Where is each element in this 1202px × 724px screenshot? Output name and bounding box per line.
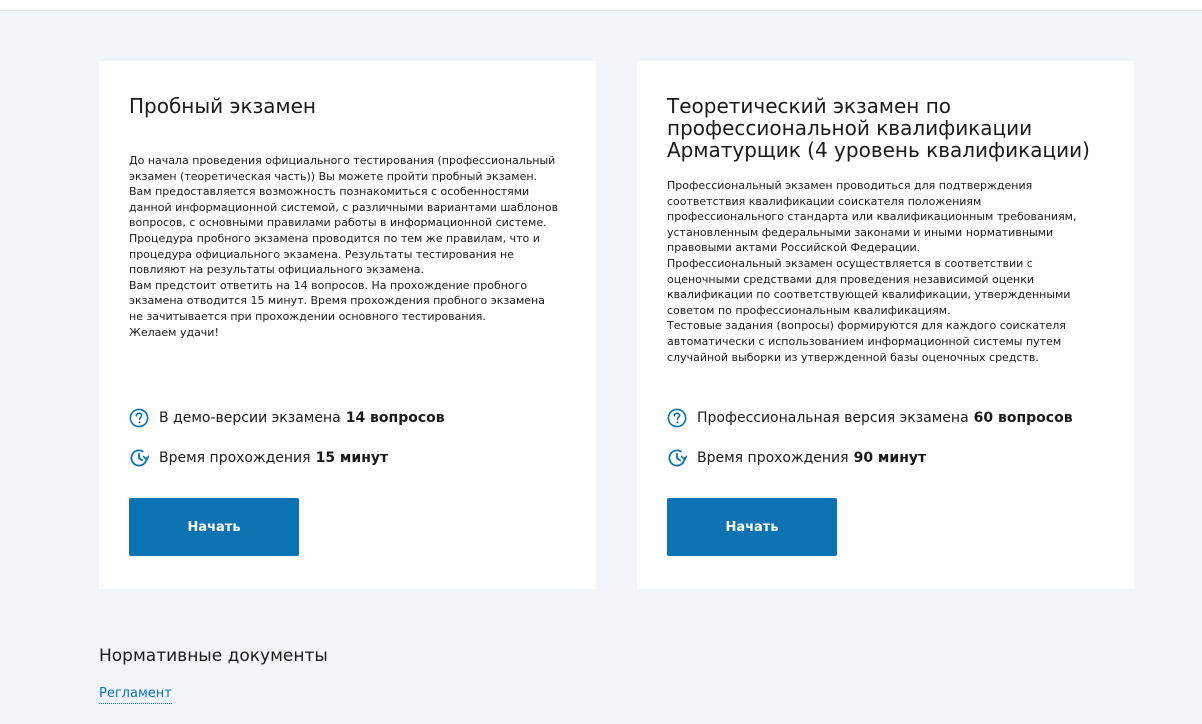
- demo-exam-description: До начала проведения официального тестир…: [129, 154, 559, 339]
- clock-icon: [668, 449, 687, 467]
- pro-questions-label: Профессиональная версия экзамена: [697, 410, 969, 426]
- demo-time-row: Время прохождения 15 минут: [129, 448, 388, 468]
- pro-time-row: Время прохождения 90 минут: [667, 448, 926, 468]
- demo-time-value: 15 минут: [315, 450, 389, 466]
- demo-start-button[interactable]: Начать: [129, 498, 299, 556]
- clock-icon: [130, 449, 149, 467]
- reglament-link[interactable]: Регламент: [99, 686, 172, 704]
- demo-exam-title: Пробный экзамен: [129, 94, 316, 118]
- demo-questions-value: 14 вопросов: [345, 410, 445, 426]
- pro-questions-value: 60 вопросов: [973, 410, 1073, 426]
- demo-questions-row: В демо-версии экзамена 14 вопросов: [129, 408, 445, 428]
- documents-title: Нормативные документы: [99, 646, 328, 666]
- pro-time-value: 90 минут: [853, 450, 927, 466]
- top-bar: [0, 0, 1202, 11]
- demo-exam-card: Пробный экзамен До начала проведения офи…: [99, 61, 596, 589]
- demo-questions-label: В демо-версии экзамена: [159, 410, 341, 426]
- pro-questions-row: Профессиональная версия экзамена 60 вопр…: [667, 408, 1073, 428]
- pro-exam-card: Теоретический экзамен по профессионально…: [637, 61, 1134, 589]
- question-circle-icon: [667, 408, 687, 428]
- pro-time-label: Время прохождения: [697, 450, 849, 466]
- pro-start-button[interactable]: Начать: [667, 498, 837, 556]
- pro-exam-description: Профессиональный экзамен проводиться для…: [667, 179, 1077, 364]
- demo-time-label: Время прохождения: [159, 450, 311, 466]
- pro-exam-title: Теоретический экзамен по профессионально…: [667, 94, 1090, 162]
- question-circle-icon: [129, 408, 149, 428]
